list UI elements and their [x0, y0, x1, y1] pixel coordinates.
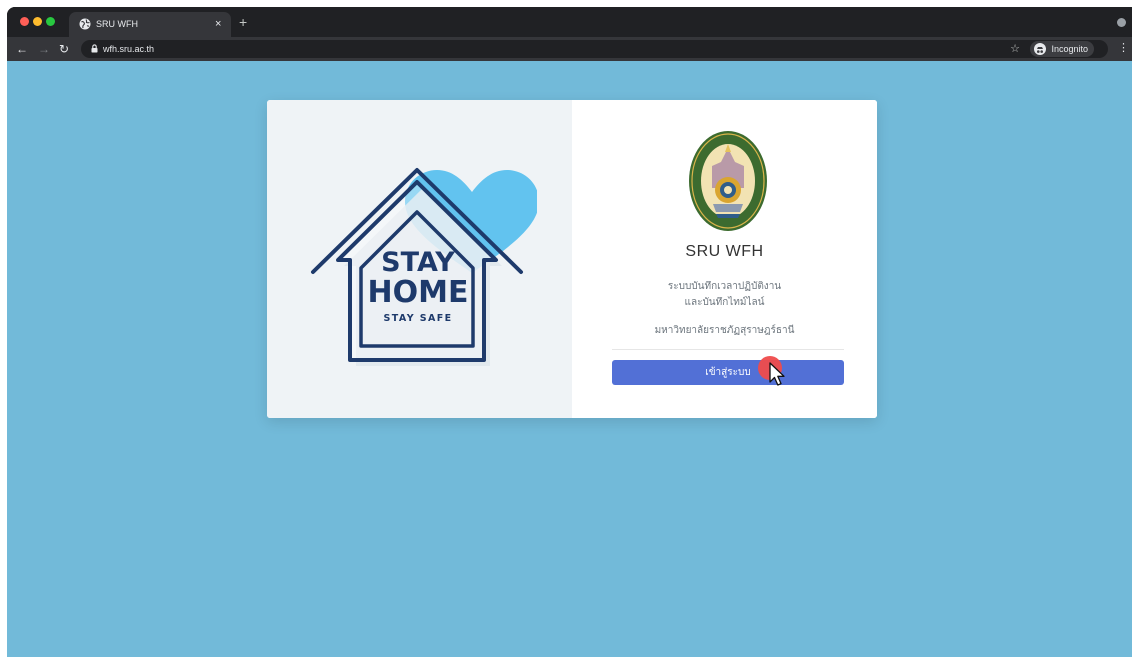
- forward-icon[interactable]: →: [38, 41, 50, 57]
- home-text: HOME: [368, 275, 469, 310]
- back-icon[interactable]: ←: [16, 41, 28, 57]
- tab-strip: SRU WFH × +: [7, 7, 1132, 37]
- stay-safe-text: STAY SAFE: [384, 313, 453, 324]
- address-bar[interactable]: wfh.sru.ac.th ☆ Incognito: [81, 40, 1108, 58]
- star-icon[interactable]: ☆: [1010, 41, 1020, 57]
- window-minimize-button[interactable]: [33, 17, 42, 26]
- url-text: wfh.sru.ac.th: [103, 44, 155, 54]
- login-panel: SRU WFH ระบบบันทึกเวลาปฏิบัติงาน และบันท…: [572, 100, 877, 418]
- lock-icon: [91, 44, 98, 53]
- window-close-button[interactable]: [20, 17, 29, 26]
- app-title: SRU WFH: [685, 243, 764, 260]
- window-maximize-button[interactable]: [46, 17, 55, 26]
- university-name: มหาวิทยาลัยราชภัฏสุราษฎร์ธานี: [654, 325, 795, 336]
- divider: [612, 349, 844, 350]
- cursor-pointer-icon: [769, 362, 785, 386]
- illustration-panel: STAY HOME STAY SAFE: [267, 100, 572, 418]
- tab-title: SRU WFH: [96, 19, 138, 29]
- login-button[interactable]: เข้าสู่ระบบ: [612, 360, 844, 385]
- browser-window: SRU WFH × + ← → ↻ wfh.sru.ac.th ☆ Incogn…: [7, 7, 1132, 657]
- menu-icon[interactable]: ⋮: [1118, 40, 1129, 56]
- app-subtitle-line2: และบันทึกไทม์ไลน์: [684, 297, 765, 308]
- reload-icon[interactable]: ↻: [59, 41, 69, 57]
- tab-close-icon[interactable]: ×: [215, 17, 221, 31]
- new-tab-button[interactable]: +: [239, 15, 247, 29]
- browser-toolbar: ← → ↻ wfh.sru.ac.th ☆ Incognito ⋮: [7, 37, 1132, 61]
- incognito-badge[interactable]: Incognito: [1030, 41, 1094, 57]
- tab-sru-wfh[interactable]: SRU WFH ×: [69, 12, 231, 37]
- page-background: STAY HOME STAY SAFE SRU WFH ระบบบันทึกเว…: [7, 61, 1132, 657]
- globe-icon: [79, 18, 91, 30]
- profile-indicator: [1117, 18, 1126, 27]
- university-seal-logo: [689, 131, 767, 231]
- app-subtitle-line1: ระบบบันทึกเวลาปฏิบัติงาน: [667, 281, 782, 292]
- stay-home-illustration: STAY HOME STAY SAFE: [311, 168, 537, 366]
- incognito-label: Incognito: [1051, 44, 1088, 54]
- incognito-icon: [1034, 43, 1047, 55]
- stay-text: STAY: [381, 247, 455, 278]
